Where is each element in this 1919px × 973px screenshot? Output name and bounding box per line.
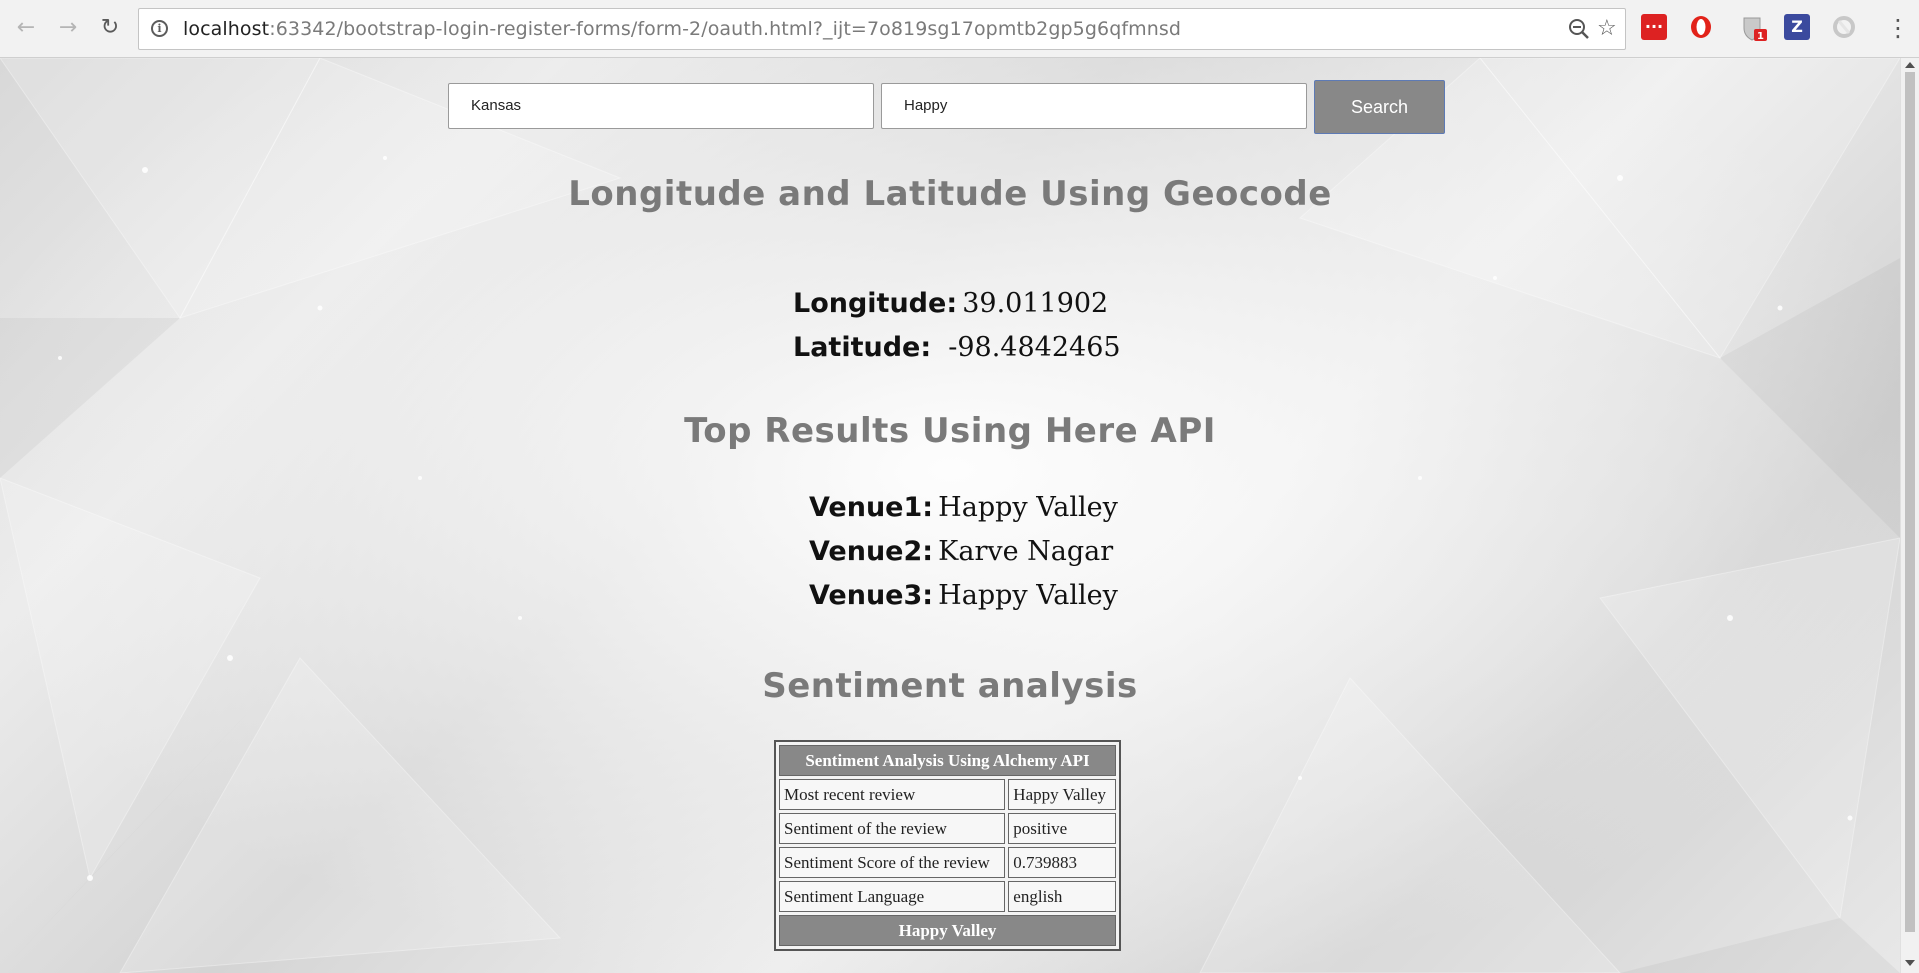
venue-row: Venue1: Happy Valley [809, 492, 1118, 523]
latitude-value: -98.4842465 [948, 332, 1121, 363]
browser-toolbar: ← → ↻ i localhost:63342/bootstrap-login-… [0, 0, 1919, 58]
sentiment-table-title: Sentiment Analysis Using Alchemy API [779, 745, 1116, 776]
table-row: Sentiment Score of the review 0.739883 [779, 847, 1116, 878]
venue-value: Happy Valley [938, 580, 1118, 611]
table-cell-value: Happy Valley [1008, 779, 1116, 810]
lastpass-extension-icon[interactable]: ··· [1641, 14, 1667, 40]
opera-extension-icon[interactable] [1688, 14, 1714, 40]
bookmark-star-icon[interactable]: ☆ [1597, 17, 1617, 41]
page-content: Kansas Happy Search Longitude and Latitu… [0, 58, 1900, 973]
search-button[interactable]: Search [1314, 80, 1445, 134]
url-host: localhost [183, 18, 270, 40]
venue-label: Venue1: [809, 492, 934, 523]
sentiment-heading: Sentiment analysis [762, 666, 1138, 706]
sync-extension-icon[interactable] [1831, 14, 1857, 40]
venue-label: Venue3: [809, 580, 934, 611]
results-heading: Top Results Using Here API [684, 411, 1216, 451]
chrome-menu-icon[interactable]: ⋮ [1886, 14, 1910, 42]
location-input[interactable]: Kansas [448, 83, 874, 129]
venue-label: Venue2: [809, 536, 934, 567]
extension-badge-count: 1 [1757, 31, 1764, 42]
latitude-row: Latitude: -98.4842465 [793, 332, 1121, 363]
geocode-heading: Longitude and Latitude Using Geocode [568, 174, 1332, 214]
table-row: Most recent review Happy Valley [779, 779, 1116, 810]
venue-value: Happy Valley [938, 492, 1118, 523]
scroll-up-arrow-icon[interactable] [1905, 62, 1915, 68]
sentiment-table: Sentiment Analysis Using Alchemy API Mos… [774, 740, 1121, 951]
z-extension-icon[interactable]: Z [1784, 14, 1810, 40]
venue-row: Venue2: Karve Nagar [809, 536, 1113, 567]
page-scrollbar[interactable] [1900, 58, 1919, 973]
address-bar[interactable]: i localhost:63342/bootstrap-login-regist… [138, 8, 1626, 50]
query-input[interactable]: Happy [881, 83, 1307, 129]
longitude-label: Longitude: [793, 288, 958, 319]
table-row: Sentiment of the review positive [779, 813, 1116, 844]
longitude-value: 39.011902 [962, 288, 1109, 319]
forward-arrow-icon[interactable]: → [54, 14, 82, 42]
table-cell-value: 0.739883 [1008, 847, 1116, 878]
table-cell-value: english [1008, 881, 1116, 912]
scrollbar-thumb[interactable] [1905, 72, 1915, 932]
table-cell-label: Sentiment of the review [779, 813, 1006, 844]
scroll-down-arrow-icon[interactable] [1905, 960, 1915, 966]
url-text[interactable]: localhost:63342/bootstrap-login-register… [183, 18, 1181, 40]
zoom-icon[interactable] [1567, 17, 1591, 47]
url-path: :63342/bootstrap-login-register-forms/fo… [269, 18, 1182, 40]
reload-icon[interactable]: ↻ [96, 14, 124, 42]
back-arrow-icon[interactable]: ← [12, 14, 40, 42]
sentiment-table-footer: Happy Valley [779, 915, 1116, 946]
table-cell-value: positive [1008, 813, 1116, 844]
table-cell-label: Most recent review [779, 779, 1006, 810]
table-cell-label: Sentiment Score of the review [779, 847, 1006, 878]
venue-value: Karve Nagar [938, 536, 1114, 567]
venue-row: Venue3: Happy Valley [809, 580, 1118, 611]
table-cell-label: Sentiment Language [779, 881, 1006, 912]
table-row: Sentiment Language english [779, 881, 1116, 912]
shield-extension-icon[interactable]: 1 [1740, 14, 1767, 42]
site-info-icon[interactable]: i [151, 20, 168, 37]
latitude-label: Latitude: [793, 332, 932, 363]
longitude-row: Longitude: 39.011902 [793, 288, 1108, 319]
